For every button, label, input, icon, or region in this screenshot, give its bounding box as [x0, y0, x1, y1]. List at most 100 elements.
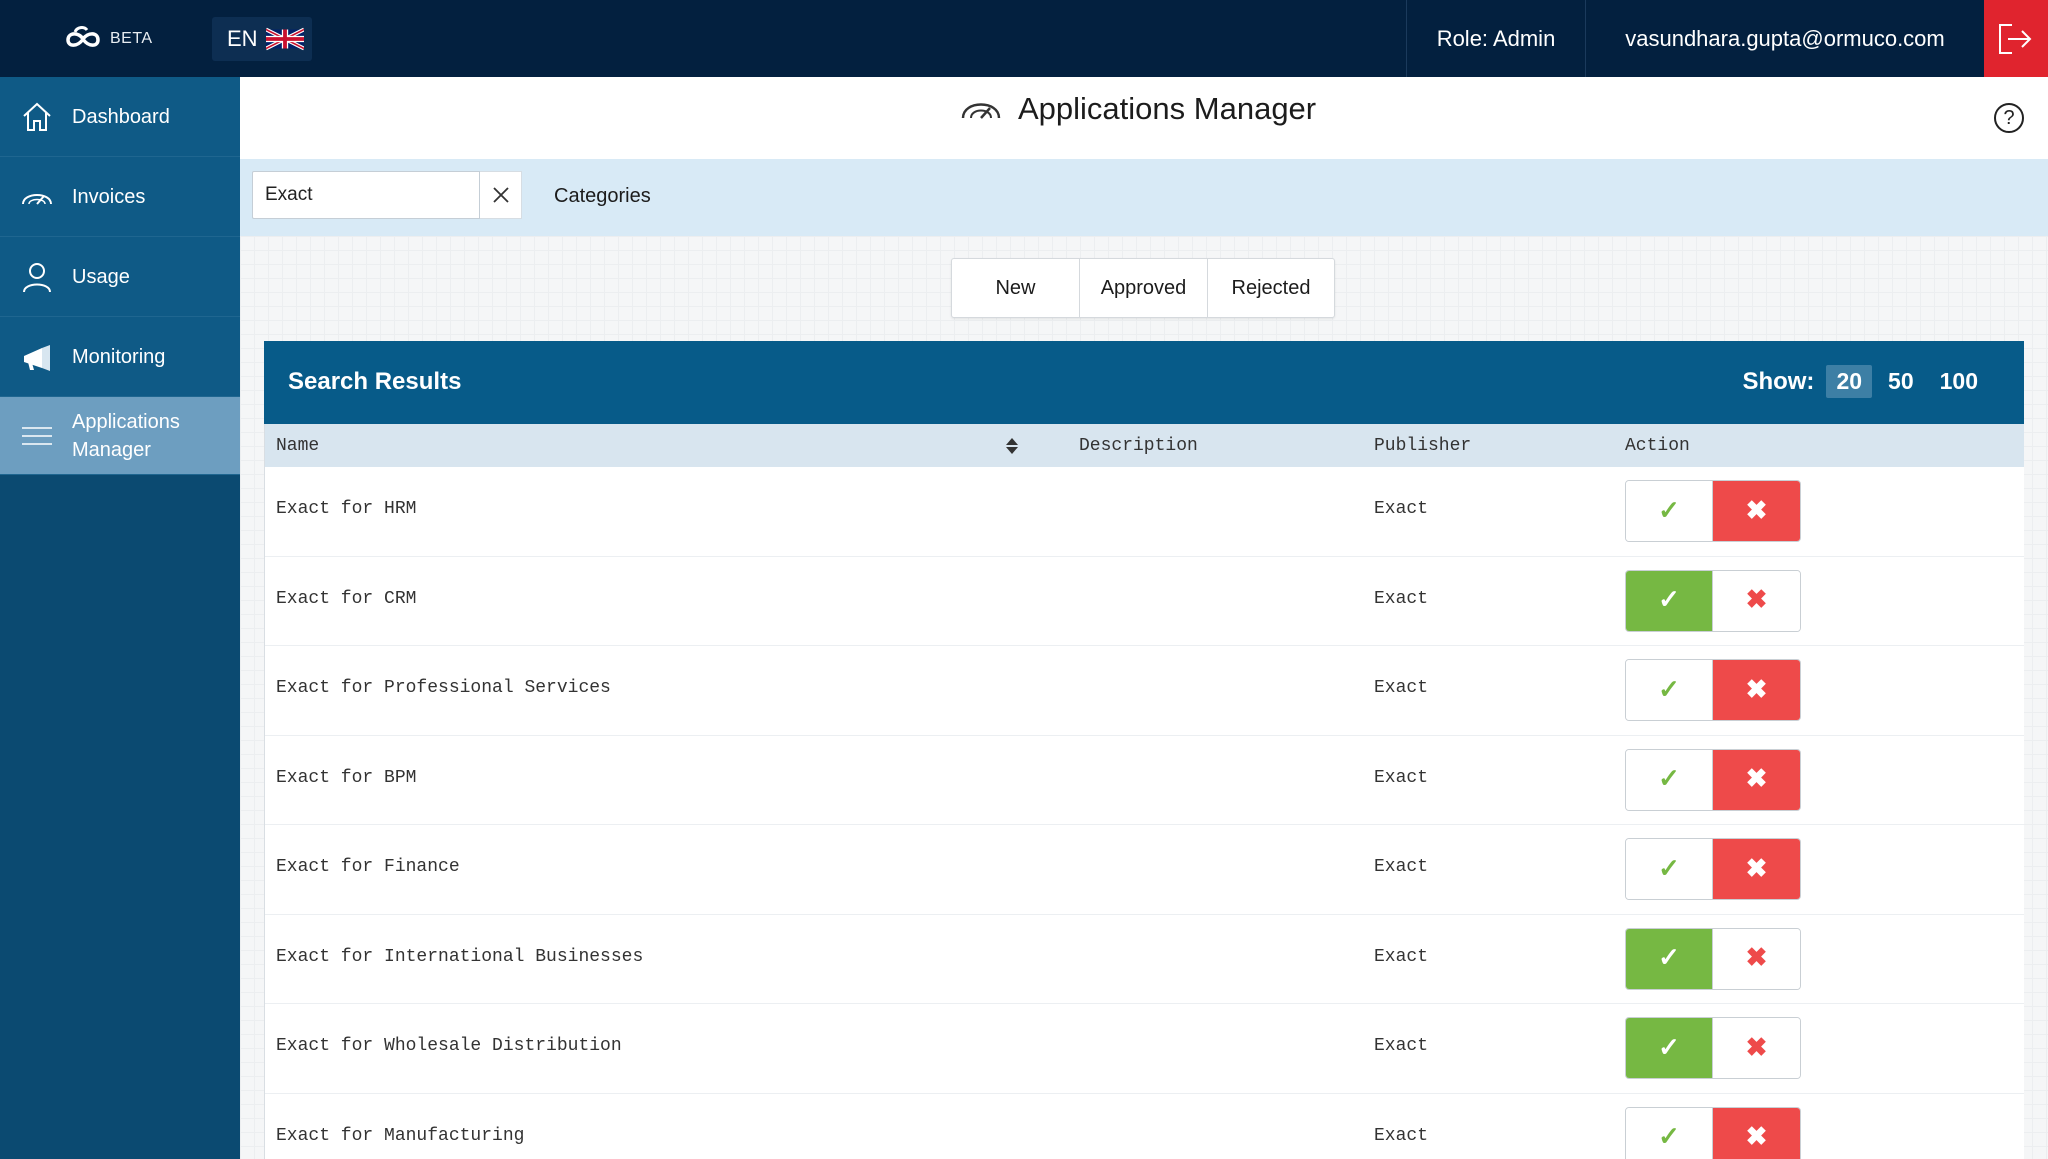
table-row: Exact for BPM Exact ✓ ✖: [265, 736, 2024, 825]
approve-button[interactable]: ✓: [1626, 570, 1713, 631]
action-toggle: ✓ ✖: [1625, 480, 1801, 542]
table-body: Exact for HRM Exact ✓ ✖ Exact for CRM Exact ✓ ✖…: [265, 467, 2024, 1159]
logout-button[interactable]: [1984, 0, 2048, 77]
action-toggle: ✓ ✖: [1625, 838, 1801, 900]
close-icon: [492, 187, 509, 203]
action-toggle: ✓ ✖: [1625, 659, 1801, 721]
app-name: Exact for Professional Services: [276, 678, 611, 698]
logo[interactable]: BETA: [62, 22, 153, 56]
reject-button[interactable]: ✖: [1713, 660, 1800, 720]
app-name: Exact for Wholesale Distribution: [276, 1036, 622, 1056]
app-name: Exact for Finance: [276, 857, 460, 877]
table-row: Exact for International Businesses Exact ✓…: [265, 915, 2024, 1004]
tab-approved[interactable]: Approved: [1080, 259, 1208, 317]
results-header: Search Results Show: 20 50 100: [264, 341, 2024, 424]
app-name: Exact for Manufacturing: [276, 1125, 525, 1146]
column-description: Description: [1079, 436, 1198, 456]
categories-dropdown[interactable]: Categories: [554, 185, 651, 208]
sort-icon[interactable]: [1005, 437, 1019, 455]
table-header: Name Description Publisher Action: [265, 424, 2024, 467]
show-option-50[interactable]: 50: [1878, 365, 1924, 398]
language-code: EN: [227, 26, 258, 51]
check-icon: ✓: [1658, 586, 1680, 616]
uk-flag-icon: [265, 27, 304, 51]
results-table: Name Description Publisher Action Exact …: [264, 424, 2024, 1159]
sidebar-item-label: Usage: [72, 265, 130, 288]
table-row: Exact for Manufacturing Exact ✓ ✖: [265, 1094, 2024, 1159]
menu-icon: [20, 419, 54, 453]
publisher: Exact: [1374, 588, 1429, 609]
table-row: Exact for Professional Services Exact ✓ ✖: [265, 646, 2024, 736]
publisher: Exact: [1374, 857, 1429, 877]
home-icon: [20, 100, 54, 134]
approve-button[interactable]: ✓: [1626, 1018, 1713, 1078]
tab-new[interactable]: New: [952, 259, 1080, 317]
publisher: Exact: [1374, 678, 1429, 698]
publisher: Exact: [1374, 946, 1429, 967]
action-toggle: ✓ ✖: [1625, 569, 1801, 632]
publisher: Exact: [1374, 767, 1429, 788]
app-name: Exact for BPM: [276, 767, 417, 788]
approve-button[interactable]: ✓: [1626, 1107, 1713, 1159]
status-tabs: New Approved Rejected: [951, 258, 1335, 318]
publisher: Exact: [1374, 1125, 1429, 1146]
sidebar-item-dashboard[interactable]: Dashboard: [0, 77, 240, 157]
check-icon: ✓: [1658, 1033, 1680, 1064]
show-label: Show:: [1742, 367, 1815, 395]
action-toggle: ✓ ✖: [1625, 748, 1801, 811]
approve-button[interactable]: ✓: [1626, 839, 1713, 899]
check-icon: ✓: [1658, 854, 1680, 885]
sidebar-item-invoices[interactable]: Invoices: [0, 157, 240, 237]
reject-button[interactable]: ✖: [1713, 1018, 1800, 1078]
check-icon: ✓: [1658, 675, 1680, 706]
reject-button[interactable]: ✖: [1713, 570, 1800, 631]
table-row: Exact for CRM Exact ✓ ✖: [265, 557, 2024, 646]
approve-button[interactable]: ✓: [1626, 928, 1713, 989]
results-title: Search Results: [288, 368, 462, 395]
infinity-logo-icon: [66, 26, 100, 47]
column-action: Action: [1625, 436, 1690, 456]
gauge-icon: [961, 103, 1001, 119]
show-option-100[interactable]: 100: [1930, 365, 1988, 398]
reject-button[interactable]: ✖: [1713, 749, 1800, 810]
reject-button[interactable]: ✖: [1713, 839, 1800, 899]
reject-button[interactable]: ✖: [1713, 481, 1800, 541]
user-email[interactable]: vasundhara.gupta@ormuco.com: [1586, 0, 1984, 77]
logout-icon: [1999, 23, 2032, 54]
reject-button[interactable]: ✖: [1713, 928, 1800, 989]
table-row: Exact for Finance Exact ✓ ✖: [265, 825, 2024, 915]
page-title-wrap: Applications Manager: [960, 91, 1316, 127]
app-name: Exact for CRM: [276, 588, 417, 609]
tab-rejected[interactable]: Rejected: [1208, 259, 1334, 317]
reject-button[interactable]: ✖: [1713, 1107, 1800, 1159]
page-header: Applications Manager ?: [240, 77, 2048, 159]
check-icon: ✓: [1658, 1123, 1680, 1153]
sidebar-item-applications-manager[interactable]: Applications Manager: [0, 397, 240, 475]
sidebar-item-monitoring[interactable]: Monitoring: [0, 317, 240, 397]
check-icon: ✓: [1658, 496, 1680, 527]
approve-button[interactable]: ✓: [1626, 749, 1713, 810]
sidebar-item-usage[interactable]: Usage: [0, 237, 240, 317]
sidebar-item-label: Dashboard: [72, 105, 170, 128]
beta-label: BETA: [110, 30, 153, 47]
search-input[interactable]: [252, 171, 480, 219]
x-icon: ✖: [1745, 675, 1768, 706]
x-icon: ✖: [1745, 1123, 1768, 1153]
help-icon[interactable]: ?: [1994, 103, 2024, 133]
approve-button[interactable]: ✓: [1626, 481, 1713, 541]
sidebar: Dashboard Invoices Usage Monitoring Appl…: [0, 77, 240, 1159]
action-toggle: ✓ ✖: [1625, 1017, 1801, 1079]
language-selector[interactable]: EN: [212, 17, 312, 61]
clear-search-button[interactable]: [480, 171, 522, 219]
approve-button[interactable]: ✓: [1626, 660, 1713, 720]
x-icon: ✖: [1745, 854, 1768, 885]
sidebar-item-label: Monitoring: [72, 345, 166, 368]
column-publisher: Publisher: [1374, 436, 1472, 456]
show-option-20[interactable]: 20: [1826, 365, 1873, 398]
app-name: Exact for International Businesses: [276, 946, 644, 967]
sidebar-item-label: Applications Manager: [72, 410, 180, 461]
publisher: Exact: [1374, 499, 1429, 519]
column-name[interactable]: Name: [276, 436, 319, 456]
publisher: Exact: [1374, 1036, 1429, 1056]
page-size-selector: Show: 20 50 100: [1742, 365, 1988, 398]
